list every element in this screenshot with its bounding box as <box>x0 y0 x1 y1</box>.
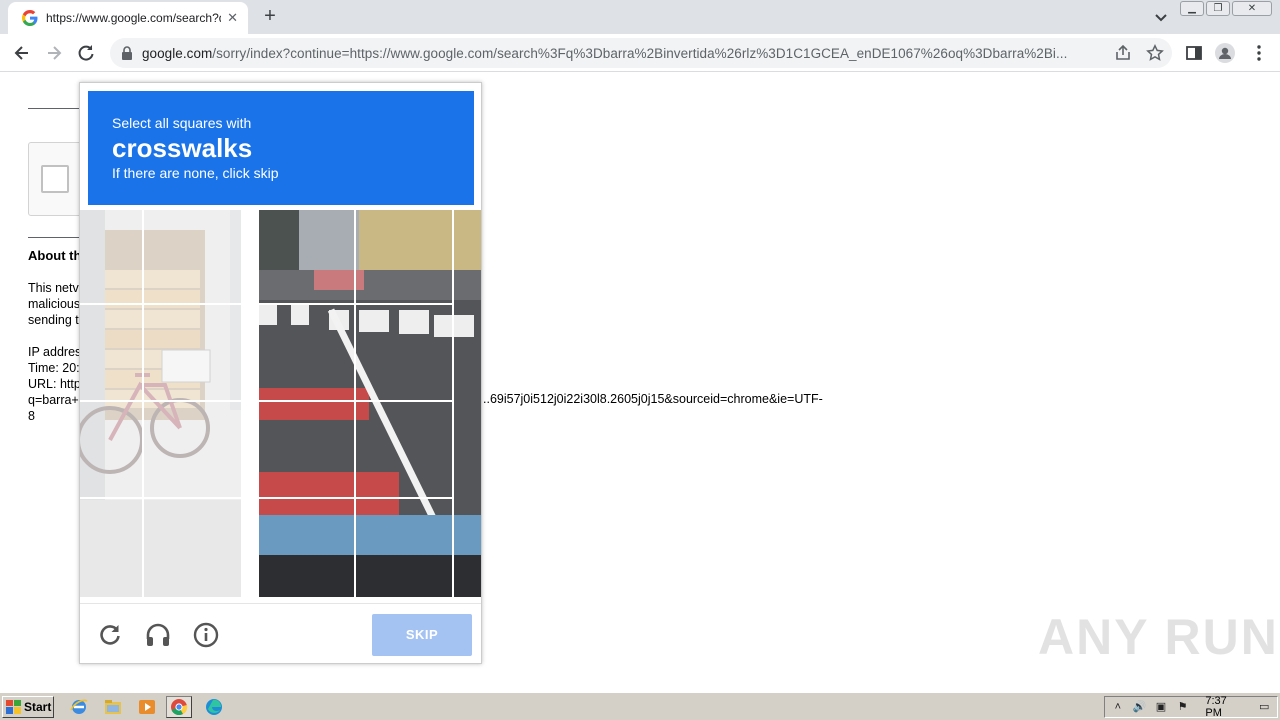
browser-toolbar: google.com/sorry/index?continue=https://… <box>0 34 1280 72</box>
tile-1[interactable] <box>80 210 144 305</box>
window-controls: ▁ ❐ ✕ <box>1178 1 1272 16</box>
recaptcha-checkbox[interactable] <box>41 165 69 193</box>
ie-icon[interactable] <box>66 696 92 718</box>
show-desktop-icon[interactable]: ▭ <box>1255 699 1273 715</box>
anyrun-watermark: ANY RUN <box>1038 609 1279 665</box>
audio-headphones-icon[interactable] <box>145 622 171 648</box>
profile-avatar-icon[interactable] <box>1215 43 1235 63</box>
media-player-icon[interactable] <box>134 696 160 718</box>
tile-2[interactable] <box>144 210 241 305</box>
reload-icon[interactable] <box>97 622 123 648</box>
windows-flag-icon <box>6 700 21 714</box>
tile-6[interactable] <box>144 305 241 402</box>
url-path: /sorry/index?continue=https://www.google… <box>212 45 1068 61</box>
url-tail-text: ..69i57j0i512j0i22i30l8.2605j0j15&source… <box>483 392 823 406</box>
tile-9[interactable] <box>80 402 144 499</box>
url-text: google.com/sorry/index?continue=https://… <box>142 46 1172 61</box>
tile-12[interactable] <box>356 402 454 499</box>
recaptcha-challenge: Select all squares with crosswalks If th… <box>79 82 482 664</box>
challenge-header: Select all squares with crosswalks If th… <box>88 91 474 205</box>
back-arrow-icon[interactable] <box>12 43 32 63</box>
browser-tab[interactable]: https://www.google.com/search?q= ✕ <box>8 2 248 34</box>
start-button[interactable]: Start <box>2 696 54 718</box>
clock: 7:37 PM <box>1205 695 1227 719</box>
para2-line3: URL: http <box>28 377 81 391</box>
tile-7[interactable] <box>259 305 356 402</box>
tile-13[interactable] <box>80 499 144 597</box>
instruction-line1: Select all squares with <box>112 115 252 131</box>
address-bar[interactable]: google.com/sorry/index?continue=https://… <box>110 38 1172 68</box>
instruction-line3: If there are none, click skip <box>112 165 279 181</box>
menu-kebab-icon[interactable] <box>1249 43 1269 63</box>
explorer-icon[interactable] <box>100 696 126 718</box>
para1-line1: This netv <box>28 281 79 295</box>
para2-line5: 8 <box>28 409 35 423</box>
tile-3[interactable] <box>259 210 356 305</box>
grid-gap <box>241 210 259 597</box>
tile-14[interactable] <box>144 499 241 597</box>
para2-line2: Time: 20: <box>28 361 80 375</box>
tile-5[interactable] <box>80 305 144 402</box>
image-grid <box>80 210 481 597</box>
para1-line3: sending t <box>28 313 79 327</box>
system-tray: ˄ 🔊 ▣ ⚑ 7:37 PM ▭ <box>1104 695 1278 719</box>
share-icon[interactable] <box>1114 44 1132 62</box>
reload-page-icon[interactable] <box>76 43 96 63</box>
new-tab-button[interactable]: + <box>260 6 280 26</box>
skip-button[interactable]: SKIP <box>372 614 472 656</box>
side-panel-icon[interactable] <box>1184 43 1204 63</box>
start-label: Start <box>24 700 52 714</box>
tab-title: https://www.google.com/search?q= <box>46 11 222 25</box>
url-host: google.com <box>142 45 213 61</box>
google-g-icon <box>22 10 38 26</box>
network-icon[interactable]: ▣ <box>1152 699 1170 715</box>
minimize-button[interactable]: ▁ <box>1180 1 1204 16</box>
chrome-icon[interactable] <box>166 696 192 718</box>
volume-icon[interactable]: 🔊 <box>1131 699 1149 715</box>
close-window-button[interactable]: ✕ <box>1232 1 1272 16</box>
lock-icon[interactable] <box>120 46 134 60</box>
restore-button[interactable]: ❐ <box>1206 1 1230 16</box>
close-tab-icon[interactable]: ✕ <box>227 10 238 26</box>
chevron-down-icon[interactable] <box>1152 8 1170 26</box>
tile-4[interactable] <box>356 210 454 305</box>
target-object: crosswalks <box>112 133 253 163</box>
tile-15[interactable] <box>259 499 356 597</box>
bookmark-star-icon[interactable] <box>1146 44 1164 62</box>
taskbar: Start ˄ 🔊 ▣ ⚑ 7:37 PM ▭ <box>0 692 1280 720</box>
tile-8[interactable] <box>356 305 454 402</box>
tile-11[interactable] <box>259 402 356 499</box>
tile-16[interactable] <box>356 499 454 597</box>
info-icon[interactable] <box>193 622 219 648</box>
tile-10[interactable] <box>144 402 241 499</box>
action-center-flag-icon[interactable]: ⚑ <box>1174 699 1192 715</box>
tab-strip: https://www.google.com/search?q= ✕ + ▁ ❐… <box>0 0 1280 34</box>
edge-icon[interactable] <box>201 696 227 718</box>
para1-line2: malicious <box>28 297 81 311</box>
about-heading: About th <box>28 248 82 263</box>
para2-line4: q=barra+ <box>28 393 79 407</box>
omnibox-actions <box>1114 44 1164 62</box>
show-hidden-icons-icon[interactable]: ˄ <box>1109 699 1127 715</box>
challenge-footer: SKIP <box>80 603 481 663</box>
forward-arrow-icon[interactable] <box>44 43 64 63</box>
para2-line1: IP addres <box>28 345 82 359</box>
